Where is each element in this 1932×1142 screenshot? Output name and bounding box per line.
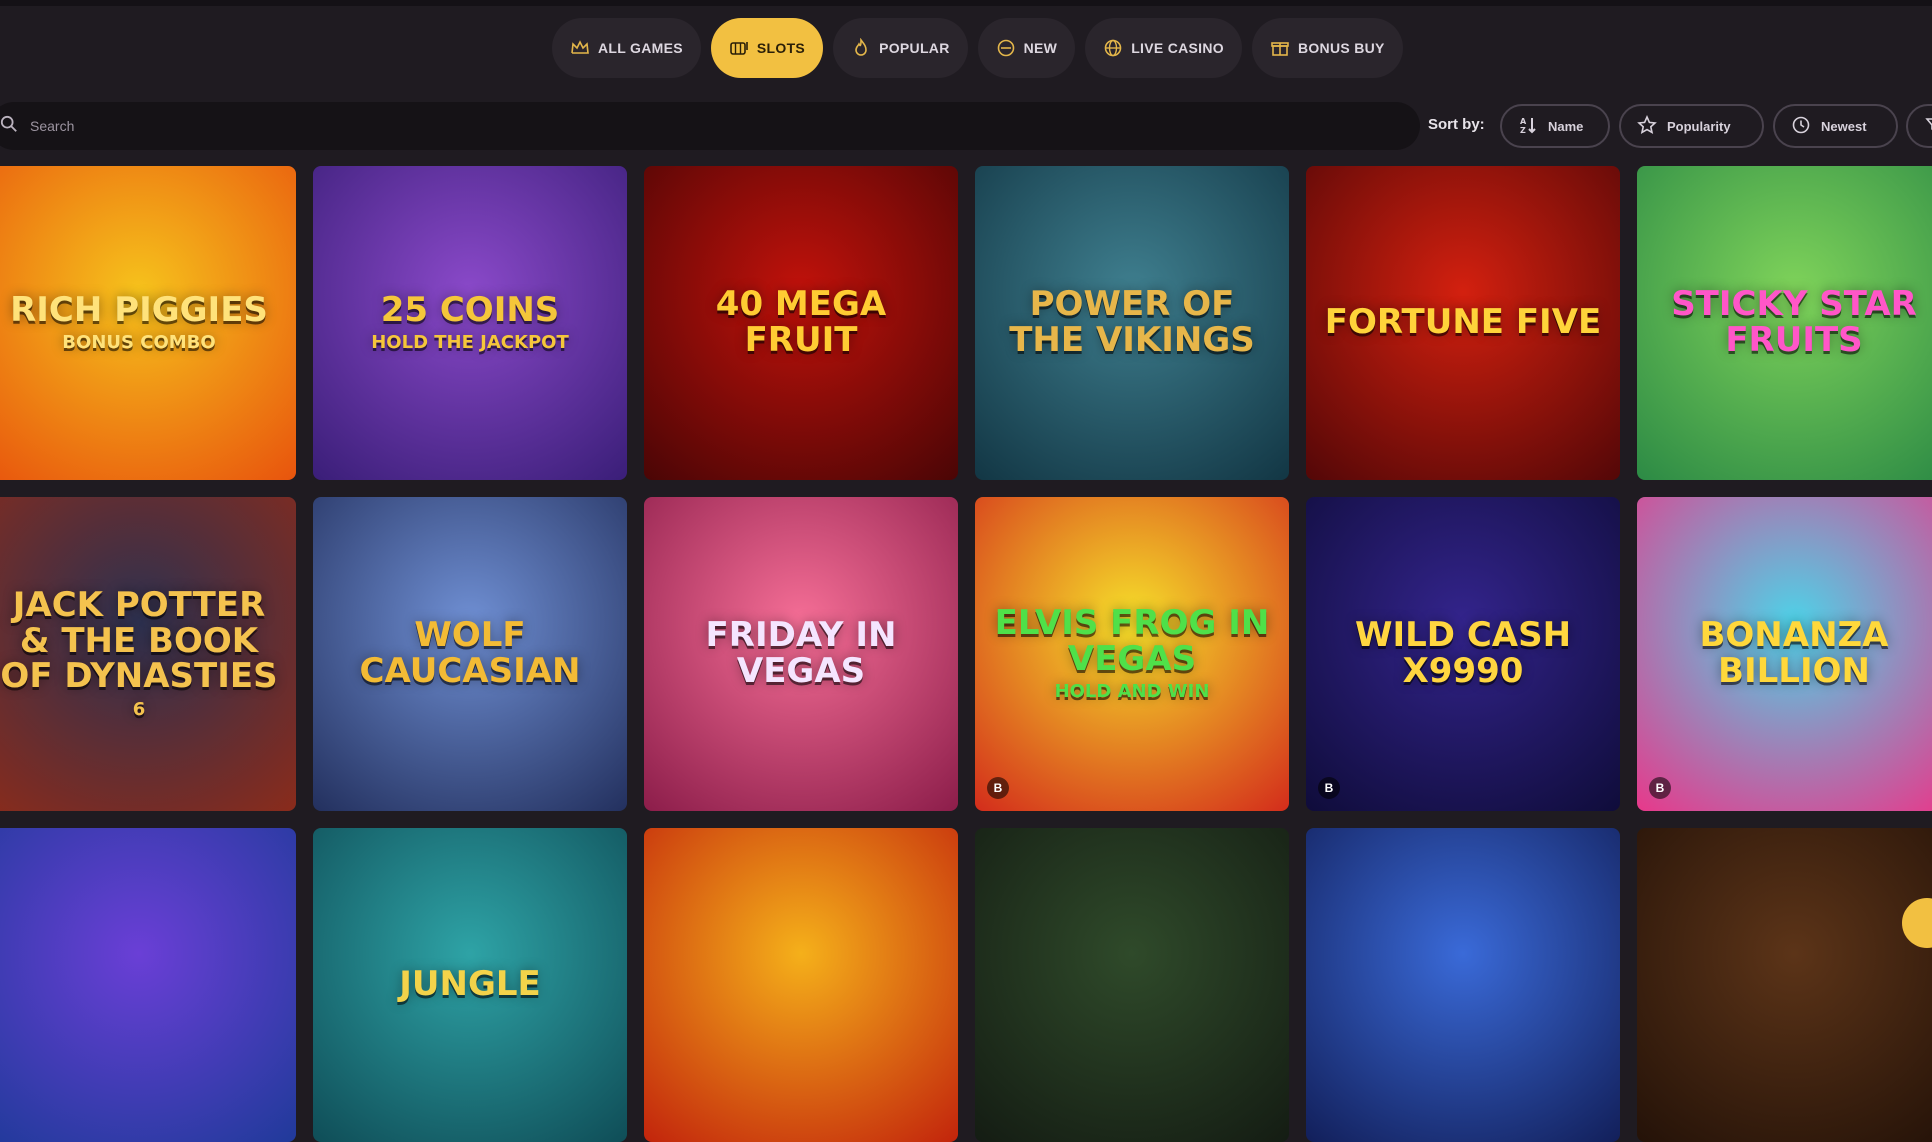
game-title: BONANZA BILLION [1637,618,1932,689]
game-card[interactable]: WOLF CAUCASIAN [313,497,627,811]
game-card[interactable] [0,828,296,1142]
game-title-text: RICH PIGGIES [10,289,268,330]
new-badge-icon [996,38,1016,58]
game-title: FORTUNE FIVE [1307,302,1620,343]
game-title-text: WILD CASH X9990 [1354,615,1572,691]
sort-label: Sort by: [1428,116,1485,133]
game-card[interactable]: 40 MEGA FRUIT [644,166,958,480]
slot-machine-icon [729,38,749,58]
game-card[interactable]: FORTUNE FIVE [1306,166,1620,480]
game-card[interactable] [1306,828,1620,1142]
game-title-text: FORTUNE FIVE [1324,302,1602,343]
game-title: WILD CASH X9990 [1306,618,1620,689]
game-title: 40 MEGA FRUIT [644,287,958,358]
game-card[interactable]: WILD CASH X9990 B [1306,497,1620,811]
tab-label: BONUS BUY [1297,40,1385,56]
globe-icon [1103,38,1123,58]
game-subtitle: BONUS COMBO [62,332,216,354]
game-title: JACK POTTER & THE BOOK OF DYNASTIES 6 [0,585,296,721]
game-title-text: WOLF CAUCASIAN [359,615,581,691]
game-subtitle: HOLD AND WIN [1054,681,1210,703]
game-card[interactable] [975,828,1289,1142]
game-title-text: STICKY STAR FRUITS [1671,284,1917,360]
game-title: ELVIS FROG IN VEGAS HOLD AND WIN [975,602,1289,703]
tab-new[interactable]: NEW [977,18,1076,78]
game-title-text: 40 MEGA FRUIT [715,284,887,360]
tab-live-casino[interactable]: LIVE CASINO [1085,18,1242,78]
category-tabs: ALL GAMES SLOTS POPULAR NEW LIVE CASINO BONUS… [552,18,1403,78]
flame-icon [851,38,871,58]
search-input[interactable] [28,117,1032,135]
game-card[interactable]: JUNGLE [313,828,627,1142]
sort-popularity-button[interactable]: Popularity [1619,104,1764,148]
filter-icon [1924,115,1932,138]
svg-text:A: A [1520,117,1527,126]
game-card[interactable]: RICH PIGGIES BONUS COMBO [0,166,296,480]
tab-popular[interactable]: POPULAR [833,18,968,78]
sort-newest-button[interactable]: Newest [1773,104,1898,148]
game-card[interactable]: 25 COINS HOLD THE JACKPOT [313,166,627,480]
game-title: JUNGLE [381,964,559,1005]
sort-name-label: Name [1548,118,1584,134]
sort-alpha-icon: AZ [1518,115,1538,138]
game-card[interactable] [644,828,958,1142]
game-card[interactable]: BONANZA BILLION B [1637,497,1932,811]
game-title-text: ELVIS FROG IN VEGAS [994,602,1270,679]
provider-badge: B [987,777,1009,799]
tab-label: LIVE CASINO [1131,40,1224,56]
sort-newest-label: Newest [1821,118,1867,134]
game-card[interactable]: JACK POTTER & THE BOOK OF DYNASTIES 6 [0,497,296,811]
provider-badge: B [1649,777,1671,799]
clock-icon [1791,115,1811,138]
game-card[interactable]: POWER OF THE VIKINGS [975,166,1289,480]
provider-badge: B [1318,777,1340,799]
game-title: STICKY STAR FRUITS [1637,287,1932,358]
game-title: RICH PIGGIES BONUS COMBO [0,289,286,354]
tab-bonus-buy[interactable]: BONUS BUY [1251,18,1403,78]
game-card[interactable]: FRIDAY IN VEGAS [644,497,958,811]
tab-label: POPULAR [879,40,950,56]
game-card[interactable]: ELVIS FROG IN VEGAS HOLD AND WIN B [975,497,1289,811]
filter-button[interactable] [1906,104,1932,148]
game-subtitle: 6 [132,699,146,721]
tab-all-games[interactable]: ALL GAMES [552,18,701,78]
game-title-text: POWER OF THE VIKINGS [1009,284,1255,360]
game-title-text: FRIDAY IN VEGAS [705,615,897,691]
crown-icon [570,38,590,58]
sort-popularity-label: Popularity [1667,118,1731,134]
game-card[interactable] [1637,828,1932,1142]
game-title-text: JACK POTTER & THE BOOK OF DYNASTIES [0,585,278,697]
gift-icon [1270,38,1290,58]
game-title: POWER OF THE VIKINGS [975,287,1289,358]
game-title: 25 COINS HOLD THE JACKPOT [353,289,587,354]
search-icon [0,115,28,138]
tab-label: NEW [1023,40,1058,56]
tab-label: ALL GAMES [598,40,683,56]
game-title-text: JUNGLE [399,964,541,1005]
tab-label: SLOTS [756,40,806,56]
star-outline-icon [1637,114,1657,138]
game-subtitle: HOLD THE JACKPOT [371,332,569,354]
game-title: FRIDAY IN VEGAS [644,618,958,689]
games-grid: RICH PIGGIES BONUS COMBO 25 COINS HOLD THE … [0,166,1932,1142]
sort-name-button[interactable]: AZ Name [1500,104,1610,148]
game-title-text: 25 COINS [380,289,560,330]
game-title-text: BONANZA BILLION [1699,615,1889,691]
game-card[interactable]: STICKY STAR FRUITS [1637,166,1932,480]
tab-slots[interactable]: SLOTS [710,18,824,78]
top-strip [0,0,1932,6]
game-title: WOLF CAUCASIAN [313,618,627,689]
svg-text:Z: Z [1520,126,1526,135]
search-bar[interactable] [0,102,1420,150]
